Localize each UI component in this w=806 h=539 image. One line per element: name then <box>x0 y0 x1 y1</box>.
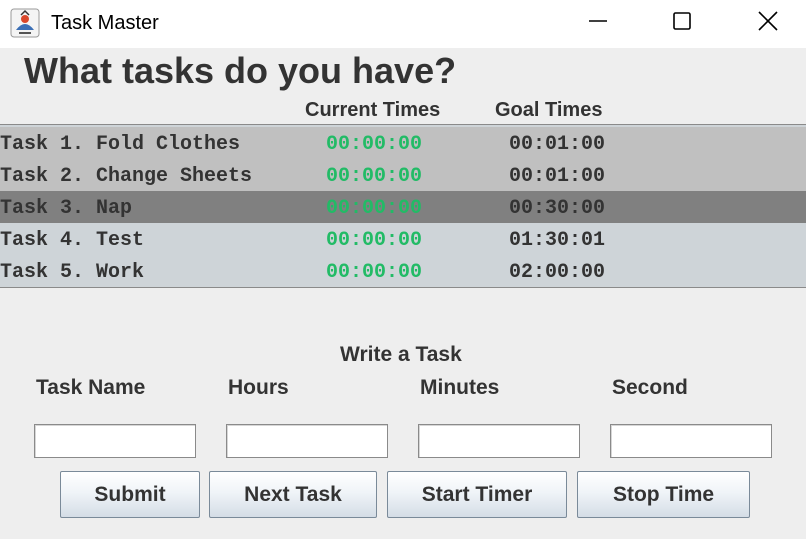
task-current-time: 00:00:00 <box>326 133 423 156</box>
maximize-icon <box>672 11 692 36</box>
task-current-time: 00:00:00 <box>326 165 423 188</box>
task-row-3[interactable]: Task 3. Nap 00:00:00 00:30:00 <box>0 191 806 223</box>
minimize-button[interactable] <box>568 0 628 46</box>
task-list: Task 1. Fold Clothes 00:00:00 00:01:00 T… <box>0 124 806 288</box>
task-row-5[interactable]: Task 5. Work 00:00:00 02:00:00 <box>0 255 806 287</box>
maximize-button[interactable] <box>652 0 712 46</box>
task-row-4[interactable]: Task 4. Test 00:00:00 01:30:01 <box>0 223 806 255</box>
stop-time-button[interactable]: Stop Time <box>577 471 750 518</box>
submit-button[interactable]: Submit <box>60 471 200 518</box>
hours-label: Hours <box>228 376 289 399</box>
close-icon <box>757 10 779 37</box>
task-current-time: 00:00:00 <box>326 197 423 220</box>
goal-times-header: Goal Times <box>495 99 603 121</box>
second-label: Second <box>612 376 688 399</box>
task-goal-time: 01:30:01 <box>509 229 606 252</box>
close-button[interactable] <box>738 0 798 46</box>
task-row-1[interactable]: Task 1. Fold Clothes 00:00:00 00:01:00 <box>0 127 806 159</box>
task-name: Task 3. Nap <box>0 197 133 220</box>
form-title: Write a Task <box>340 343 462 366</box>
next-task-button[interactable]: Next Task <box>209 471 377 518</box>
task-goal-time: 00:30:00 <box>509 197 606 220</box>
task-name-label: Task Name <box>36 376 146 399</box>
task-goal-time: 00:01:00 <box>509 165 606 188</box>
task-goal-time: 02:00:00 <box>509 261 606 284</box>
current-times-header: Current Times <box>305 99 441 121</box>
task-name-input[interactable] <box>34 424 196 458</box>
second-input[interactable] <box>610 424 772 458</box>
task-name: Task 1. Fold Clothes <box>0 133 241 156</box>
task-name: Task 4. Test <box>0 229 145 252</box>
task-name: Task 5. Work <box>0 261 145 284</box>
minutes-input[interactable] <box>418 424 580 458</box>
task-name: Task 2. Change Sheets <box>0 165 253 188</box>
task-master-window: Task Master What tasks do you have? Curr… <box>0 0 806 539</box>
hours-input[interactable] <box>226 424 388 458</box>
task-row-2[interactable]: Task 2. Change Sheets 00:00:00 00:01:00 <box>0 159 806 191</box>
task-goal-time: 00:01:00 <box>509 133 606 156</box>
window-title: Task Master <box>51 12 159 34</box>
minimize-icon <box>588 11 608 36</box>
title-bar[interactable]: Task Master <box>0 0 806 48</box>
start-timer-button[interactable]: Start Timer <box>387 471 567 518</box>
minutes-label: Minutes <box>420 376 500 399</box>
task-current-time: 00:00:00 <box>326 229 423 252</box>
task-current-time: 00:00:00 <box>326 261 423 284</box>
page-title: What tasks do you have? <box>24 50 457 91</box>
java-app-icon <box>10 8 40 38</box>
